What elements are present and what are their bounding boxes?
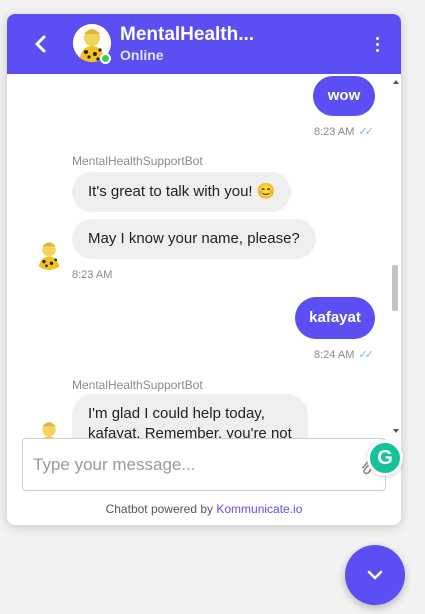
sender-name: MentalHealthSupportBot	[72, 378, 203, 392]
read-receipt-icon: ✓✓	[358, 349, 374, 361]
chat-widget: MentalHealth... Online wow 8:23 AM ✓✓ Men…	[7, 14, 401, 525]
read-receipt-icon: ✓✓	[358, 126, 374, 138]
message-composer	[22, 438, 386, 491]
chat-status: Online	[120, 47, 164, 63]
chat-header: MentalHealth... Online	[7, 14, 401, 74]
toggle-chat-button[interactable]	[345, 545, 405, 605]
message-list: wow 8:23 AM ✓✓ MentalHealthSupportBot It'…	[7, 74, 401, 438]
message-scrollbar[interactable]	[390, 74, 401, 438]
back-button[interactable]	[29, 31, 53, 57]
incoming-message: May I know your name, please?	[72, 219, 316, 259]
scroll-up-arrow-icon[interactable]	[393, 80, 399, 84]
powered-by: Chatbot powered by Kommunicate.io	[105, 502, 303, 516]
chevron-left-icon	[35, 35, 46, 53]
kommunicate-link[interactable]: Kommunicate.io	[216, 502, 302, 516]
bot-avatar	[33, 238, 65, 270]
more-options-button[interactable]	[369, 32, 385, 56]
more-vertical-icon	[375, 36, 379, 40]
chevron-down-icon	[367, 570, 383, 580]
outgoing-message: kafayat	[295, 297, 375, 339]
message-timestamp: 8:23 AM	[72, 269, 113, 281]
message-input[interactable]	[33, 452, 343, 478]
incoming-message: It's great to talk with you! 😊	[72, 172, 292, 212]
message-timestamp: 8:24 AM ✓✓	[314, 349, 374, 361]
online-status-dot	[100, 53, 111, 64]
scroll-down-arrow-icon[interactable]	[393, 429, 399, 433]
outgoing-message: wow	[313, 76, 375, 116]
message-timestamp: 8:23 AM ✓✓	[314, 126, 374, 138]
grammarly-icon[interactable]: G	[367, 440, 403, 476]
bot-avatar	[33, 418, 65, 438]
scroll-thumb[interactable]	[392, 265, 398, 311]
incoming-message: I'm glad I could help today, kafayat. Re…	[72, 394, 308, 438]
chat-title: MentalHealth...	[120, 24, 255, 45]
sender-name: MentalHealthSupportBot	[72, 154, 203, 168]
